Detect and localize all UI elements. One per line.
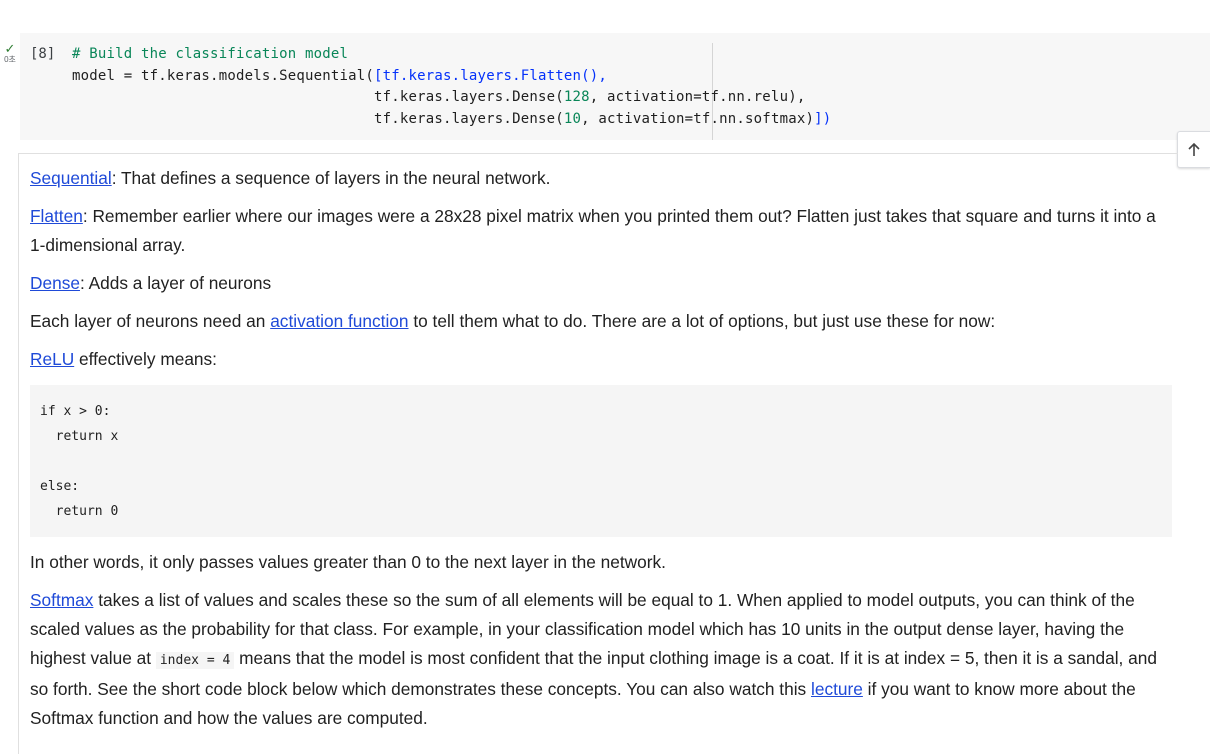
code-text: tf.keras.layers.Dense(: [72, 89, 564, 105]
paragraph-text: : Remember earlier where our images were…: [30, 206, 1156, 255]
relu-link[interactable]: ReLU: [30, 349, 74, 369]
flatten-link[interactable]: Flatten: [30, 206, 83, 226]
paragraph-dense: Dense: Adds a layer of neurons: [30, 269, 1175, 298]
paragraph-activation: Each layer of neurons need an activation…: [30, 307, 1175, 336]
scroll-up-button[interactable]: [1177, 131, 1210, 168]
code-number: 128: [563, 89, 590, 105]
lecture-link[interactable]: lecture: [811, 679, 863, 699]
paragraph-relu-summary: In other words, it only passes values gr…: [30, 552, 666, 572]
softmax-link[interactable]: Softmax: [30, 590, 93, 610]
inline-code: index = 4: [155, 652, 235, 669]
arrow-up-icon: [1188, 142, 1200, 156]
code-cell[interactable]: [8] # Build the classification model mod…: [20, 33, 1210, 140]
paragraph-text: effectively means:: [74, 349, 217, 369]
code-text: , activation=tf.nn.softmax): [581, 110, 815, 127]
paragraph-text: Each layer of neurons need an: [30, 311, 271, 331]
code-comment: # Build the classification model: [72, 46, 349, 62]
sequential-link[interactable]: Sequential: [30, 168, 112, 188]
code-editor[interactable]: # Build the classification model model =…: [72, 44, 831, 130]
paragraph-relu: ReLU effectively means:: [30, 345, 1175, 374]
text-cell[interactable]: Sequential: That defines a sequence of l…: [18, 153, 1178, 754]
paragraph-sequential: Sequential: That defines a sequence of l…: [30, 164, 1175, 193]
relu-code-block: if x > 0: return x else: return 0: [30, 385, 1172, 537]
run-time: 0초: [4, 55, 16, 64]
markdown-content: Sequential: That defines a sequence of l…: [30, 164, 1175, 742]
code-number: 10: [563, 110, 582, 127]
paragraph-text: to tell them what to do. There are a lot…: [408, 311, 996, 331]
execution-count: [8]: [30, 46, 56, 62]
paragraph-text: : That defines a sequence of layers in t…: [111, 168, 551, 188]
paragraph-softmax: Softmax takes a list of values and scale…: [30, 586, 1175, 733]
paragraph-flatten: Flatten: Remember earlier where our imag…: [30, 202, 1175, 260]
cell-run-status[interactable]: ✓ 0초: [0, 42, 20, 64]
paragraph-text: : Adds a layer of neurons: [79, 273, 272, 293]
code-bracket: ]): [814, 110, 832, 127]
activation-function-link[interactable]: activation function: [270, 311, 408, 331]
dense-link[interactable]: Dense: [30, 273, 80, 293]
code-text: model = tf.keras.models.Sequential(: [72, 67, 375, 84]
code-text: , activation=tf.nn.relu),: [589, 89, 806, 105]
code-text: [tf.keras.layers.Flatten(),: [374, 67, 607, 84]
code-text: tf.keras.layers.Dense(: [72, 110, 564, 127]
check-icon: ✓: [4, 41, 16, 56]
